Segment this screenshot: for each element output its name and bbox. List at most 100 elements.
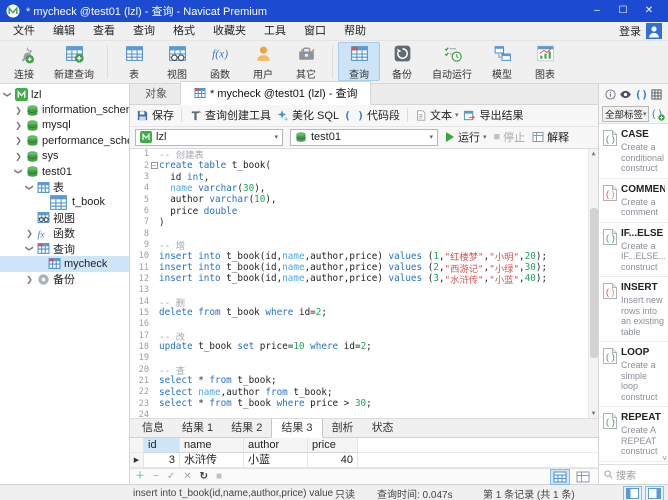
code-snippet-button[interactable]: ( ) 代码段: [344, 107, 400, 123]
scroll-down-icon[interactable]: ˅: [662, 454, 667, 463]
tree-expand-icon[interactable]: ❯: [25, 183, 34, 192]
apply-record-icon[interactable]: ✓: [167, 470, 175, 484]
maximize-button[interactable]: ☐: [610, 0, 636, 22]
tree-item-mycheck[interactable]: mycheck: [0, 256, 129, 271]
sql-editor[interactable]: 1-- 创建表2–create table t_book(3 id int,4 …: [130, 149, 598, 419]
menu-item[interactable]: 帮助: [335, 22, 375, 41]
tree-expand-icon[interactable]: ❯: [14, 167, 23, 176]
editor-line[interactable]: 11insert into t_book(id,name,author,pric…: [130, 262, 588, 273]
result-tab-2[interactable]: 结果 2: [222, 417, 271, 437]
snippet-item-REPEAT[interactable]: ()REPEATCreate A REPEAT construct: [599, 407, 668, 462]
export-result-button[interactable]: 导出结果: [463, 107, 523, 123]
toolbar-button-query[interactable]: 查询: [338, 42, 380, 81]
result-tab-3[interactable]: 结果 3: [271, 416, 322, 438]
menu-item[interactable]: 格式: [164, 22, 204, 41]
editor-line[interactable]: 13: [130, 285, 588, 296]
grid-column-header-price[interactable]: price: [308, 438, 358, 453]
snippet-filter-select[interactable]: 全部标签 ▾: [602, 106, 649, 122]
editor-vertical-scrollbar[interactable]: ▲ ▼: [588, 149, 598, 418]
tree-item-备份[interactable]: ❯备份: [0, 272, 129, 287]
editor-line[interactable]: 1-- 创建表: [130, 149, 588, 160]
menu-item[interactable]: 收藏夹: [204, 22, 255, 41]
run-button[interactable]: 运行 ▾: [445, 129, 487, 145]
discard-record-icon[interactable]: ✕: [183, 470, 191, 484]
beautify-sql-button[interactable]: 美化 SQL: [276, 107, 339, 123]
editor-line[interactable]: 22select name,author from t_book;: [130, 387, 588, 398]
close-button[interactable]: ✕: [636, 0, 662, 22]
toolbar-button-table[interactable]: 表: [113, 42, 155, 81]
tree-item-information_schema[interactable]: ❯information_schema: [0, 102, 129, 117]
scroll-up-icon[interactable]: ▲: [592, 150, 596, 157]
grid-view-toggle[interactable]: [550, 469, 570, 485]
tree-expand-icon[interactable]: ❯: [3, 90, 12, 99]
menu-item[interactable]: 编辑: [44, 22, 84, 41]
toolbar-button-connect-plug[interactable]: 连接: [3, 42, 45, 81]
tree-item-函数[interactable]: ❯fx函数: [0, 226, 129, 241]
editor-line[interactable]: 8: [130, 228, 588, 239]
grid-data-row[interactable]: ▶3水浒传小蓝40: [130, 453, 598, 468]
toolbar-button-model[interactable]: 模型: [481, 42, 523, 81]
editor-line[interactable]: 17-- 改: [130, 330, 588, 341]
user-avatar-icon[interactable]: [646, 23, 662, 39]
menu-item[interactable]: 查询: [124, 22, 164, 41]
editor-line[interactable]: 10insert into t_book(id,name,author,pric…: [130, 251, 588, 262]
editor-line[interactable]: 3 id int,: [130, 171, 588, 182]
editor-line[interactable]: 4 name varchar(30),: [130, 183, 588, 194]
toolbar-button-automation[interactable]: 自动运行: [424, 42, 480, 81]
preview-eye-icon[interactable]: [619, 90, 632, 99]
editor-line[interactable]: 15delete from t_book where id=2;: [130, 307, 588, 318]
result-tab-5[interactable]: 状态: [363, 417, 403, 437]
editor-line[interactable]: 14-- 删: [130, 296, 588, 307]
tree-item-mysql[interactable]: ❯mysql: [0, 118, 129, 133]
editor-line[interactable]: 7): [130, 217, 588, 228]
tree-expand-icon[interactable]: ❯: [14, 136, 23, 145]
refresh-icon[interactable]: ↻: [200, 470, 208, 484]
toolbar-button-backup[interactable]: 备份: [381, 42, 423, 81]
tree-expand-icon[interactable]: ❯: [14, 152, 23, 161]
tree-item-t_book[interactable]: t_book: [0, 195, 129, 210]
editor-line[interactable]: 12insert into t_book(id,name,author,pric…: [130, 273, 588, 284]
tree-item-lzl[interactable]: ❯lzl: [0, 87, 129, 102]
toolbar-button-function[interactable]: f(x)函数: [199, 42, 241, 81]
result-tab-4[interactable]: 剖析: [323, 417, 363, 437]
query-builder-button[interactable]: 查询创建工具: [189, 107, 271, 123]
explain-button[interactable]: 解释: [532, 129, 569, 145]
toolbar-button-view[interactable]: 视图: [156, 42, 198, 81]
editor-line[interactable]: 18update t_book set price=10 where id=2;: [130, 341, 588, 352]
tab-query-mycheck[interactable]: * mycheck @test01 (lzl) - 查询: [180, 81, 371, 105]
sidebar-toggle-icon[interactable]: [623, 486, 642, 500]
info-icon[interactable]: [605, 89, 616, 100]
grid-column-header-name[interactable]: name: [180, 438, 244, 453]
editor-line[interactable]: 20-- 查: [130, 364, 588, 375]
grid-cell[interactable]: 水浒传: [180, 453, 244, 468]
snippet-item-LOOP[interactable]: ()LOOPCreate a simple loop construct: [599, 342, 668, 407]
login-link[interactable]: 登录: [619, 23, 641, 39]
menu-item[interactable]: 查看: [84, 22, 124, 41]
tree-item-performance_schema[interactable]: ❯performance_schema: [0, 133, 129, 148]
minimize-button[interactable]: –: [584, 0, 610, 22]
editor-line[interactable]: 21select * from t_book;: [130, 375, 588, 386]
editor-line[interactable]: 2–create table t_book(: [130, 160, 588, 171]
tree-expand-icon[interactable]: ❯: [25, 229, 34, 238]
editor-line[interactable]: 5 author varchar(10),: [130, 194, 588, 205]
toolbar-button-chart[interactable]: 图表: [524, 42, 566, 81]
editor-line[interactable]: 23select * from t_book where price > 30;: [130, 398, 588, 409]
grid-column-header-id[interactable]: id: [144, 438, 180, 453]
snippet-tab-icon[interactable]: (): [635, 88, 648, 101]
snippet-item-COMMENT[interactable]: ()COMMENTCreate a comment: [599, 179, 668, 223]
grid-cell[interactable]: 40: [308, 453, 358, 468]
grid-cell[interactable]: 3: [144, 453, 180, 468]
snippet-search-box[interactable]: 搜索: [599, 464, 668, 484]
tree-expand-icon[interactable]: ❯: [25, 244, 34, 253]
toolbar-button-user[interactable]: 用户: [242, 42, 284, 81]
toolbar-button-new-query[interactable]: 新建查询: [46, 42, 102, 81]
editor-line[interactable]: 19: [130, 353, 588, 364]
editor-line[interactable]: 16: [130, 319, 588, 330]
snippet-add-icon[interactable]: (): [651, 107, 665, 121]
menu-item[interactable]: 工具: [255, 22, 295, 41]
tree-expand-icon[interactable]: ❯: [25, 275, 34, 284]
tree-item-查询[interactable]: ❯查询: [0, 241, 129, 256]
tree-item-视图[interactable]: 视图: [0, 210, 129, 225]
snippet-item-INSERT[interactable]: ()INSERTInsert new rows into an existing…: [599, 277, 668, 342]
tree-item-sys[interactable]: ❯sys: [0, 149, 129, 164]
